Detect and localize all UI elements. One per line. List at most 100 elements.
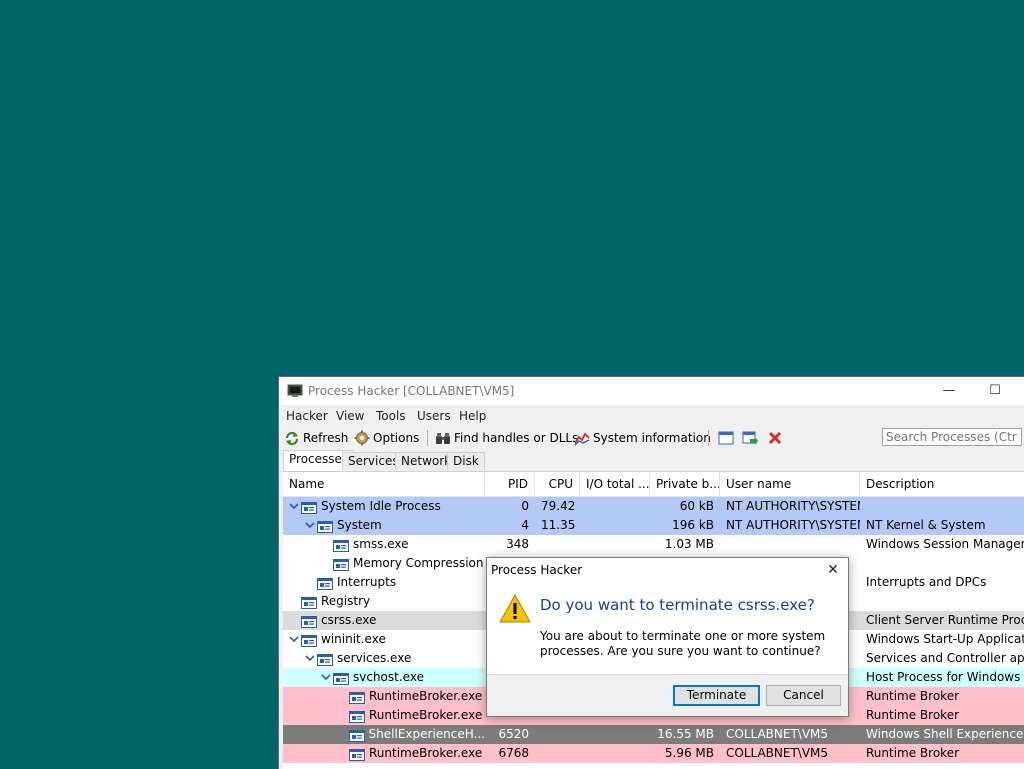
cpu-cell — [535, 725, 580, 744]
process-name-cell: RuntimeBroker.exe — [283, 687, 485, 706]
column-header-row: Name PID CPU I/O total ... Private b... … — [283, 472, 1024, 497]
maximize-button[interactable]: ☐ — [972, 377, 1018, 405]
pid-cell: 0 — [521, 499, 529, 513]
cpu-cell: 11.35 — [541, 518, 576, 532]
process-name: csrss.exe — [321, 613, 377, 627]
description-cell: Runtime Broker — [866, 689, 960, 703]
pid-cell: 6520 — [498, 727, 529, 741]
process-icon — [348, 729, 365, 742]
column-name[interactable]: Name — [283, 472, 485, 496]
binoculars-icon — [436, 433, 450, 444]
column-pid[interactable]: PID — [485, 472, 535, 496]
warning-icon — [499, 593, 531, 623]
cancel-button[interactable]: Cancel — [766, 685, 841, 706]
user-name-cell: NT AUTHORITY\SYSTEM — [726, 499, 860, 513]
dialog-close-button[interactable]: ✕ — [818, 558, 848, 584]
pid-cell: 348 — [506, 537, 529, 551]
process-icon — [301, 615, 317, 628]
table-row[interactable]: RuntimeBroker.exe 6768 5.96 MB COLLABNET\VM… — [283, 744, 1024, 763]
table-row[interactable]: smss.exe 348 1.03 MB Windows Session Manage… — [283, 535, 1024, 554]
user-name-cell: NT AUTHORITY\SYSTEM — [726, 518, 860, 532]
description-cell: Interrupts and DPCs — [866, 575, 987, 589]
process-name: Registry — [321, 594, 371, 608]
process-name-cell: RuntimeBroker.exe — [283, 706, 485, 725]
gear-icon — [354, 430, 370, 446]
column-description[interactable]: Description — [860, 472, 1024, 496]
chevron-down-icon[interactable] — [303, 516, 317, 535]
process-name: Memory Compression — [353, 556, 484, 570]
process-name: RuntimeBroker.exe — [369, 689, 483, 703]
dialog-heading: Do you want to terminate csrss.exe? — [540, 596, 815, 614]
private-bytes-cell: 16.55 MB — [657, 727, 714, 741]
options-label: Options — [373, 431, 420, 445]
close-icon — [768, 431, 782, 445]
process-icon — [301, 596, 317, 609]
description-cell: NT Kernel & System — [866, 518, 986, 532]
search-input[interactable] — [882, 428, 1022, 446]
process-name-cell: System — [283, 516, 485, 535]
window-button[interactable] — [718, 430, 737, 446]
table-row[interactable]: ShellExperienceH... 6520 16.55 MB COLLABNET… — [283, 725, 1024, 744]
dialog-title: Process Hacker — [491, 563, 583, 577]
toolbar-separator — [708, 430, 709, 446]
process-icon — [349, 710, 365, 723]
user-name-cell: COLLABNET\VM5 — [726, 727, 829, 741]
chevron-down-icon[interactable] — [287, 497, 301, 516]
process-icon — [349, 748, 365, 761]
description-cell — [860, 592, 1024, 611]
table-row[interactable]: System 4 11.35 196 kB NT AUTHORITY\SYSTEM NT … — [283, 516, 1024, 535]
menu-help[interactable]: Help — [459, 409, 486, 423]
description-cell — [860, 554, 1024, 573]
window-arrow-icon — [742, 431, 758, 445]
process-name-cell: svchost.exe — [283, 668, 485, 687]
dialog-message: You are about to terminate one or more s… — [540, 629, 826, 658]
table-row[interactable]: System Idle Process 0 79.42 60 kB NT AUTHORI… — [283, 497, 1024, 516]
io-total-cell — [580, 497, 650, 516]
column-cpu[interactable]: CPU — [535, 472, 580, 496]
title-bar[interactable]: Process Hacker [COLLABNET\VM5] — ☐ — [279, 377, 1024, 405]
process-icon — [317, 577, 333, 590]
process-name: services.exe — [337, 651, 412, 665]
process-name: RuntimeBroker.exe — [369, 746, 483, 760]
description-cell: Client Server Runtime Process — [866, 613, 1024, 627]
process-name: System — [337, 518, 382, 532]
minimize-button[interactable]: — — [926, 377, 972, 405]
menu-tools[interactable]: Tools — [376, 409, 406, 423]
terminate-confirm-dialog: Process Hacker ✕ Do you want to terminat… — [486, 557, 849, 717]
window-goto-button[interactable] — [742, 430, 761, 446]
process-name-cell: services.exe — [283, 649, 485, 668]
tab-disk[interactable]: Disk — [447, 452, 485, 470]
find-handles-button[interactable]: Find handles or DLLs — [435, 430, 578, 446]
terminate-button[interactable]: Terminate — [673, 685, 760, 706]
chevron-down-icon[interactable] — [303, 649, 317, 668]
terminate-toolbar-button[interactable] — [767, 430, 786, 446]
system-information-label: System information — [593, 431, 711, 445]
menu-bar: Hacker View Tools Users Help — [279, 405, 1024, 427]
chevron-down-icon[interactable] — [287, 630, 301, 649]
menu-hacker[interactable]: Hacker — [286, 409, 328, 423]
menu-view[interactable]: View — [336, 409, 364, 423]
options-button[interactable]: Options — [354, 430, 419, 446]
system-information-button[interactable]: System information — [574, 430, 711, 446]
menu-users[interactable]: Users — [417, 409, 451, 423]
cpu-cell — [535, 744, 580, 763]
column-private-bytes[interactable]: Private b... — [650, 472, 720, 496]
process-icon — [317, 653, 333, 666]
description-cell — [860, 497, 1024, 516]
refresh-button[interactable]: Refresh — [284, 430, 348, 446]
refresh-label: Refresh — [303, 431, 349, 445]
chevron-down-icon[interactable] — [319, 668, 333, 687]
private-bytes-cell: 60 kB — [679, 499, 714, 513]
column-user-name[interactable]: User name — [720, 472, 860, 496]
pid-cell: 6768 — [498, 746, 529, 760]
process-icon — [349, 691, 365, 704]
refresh-icon — [285, 431, 299, 446]
io-total-cell — [580, 744, 650, 763]
column-io-total[interactable]: I/O total ... — [580, 472, 650, 496]
pid-cell: 4 — [521, 518, 529, 532]
